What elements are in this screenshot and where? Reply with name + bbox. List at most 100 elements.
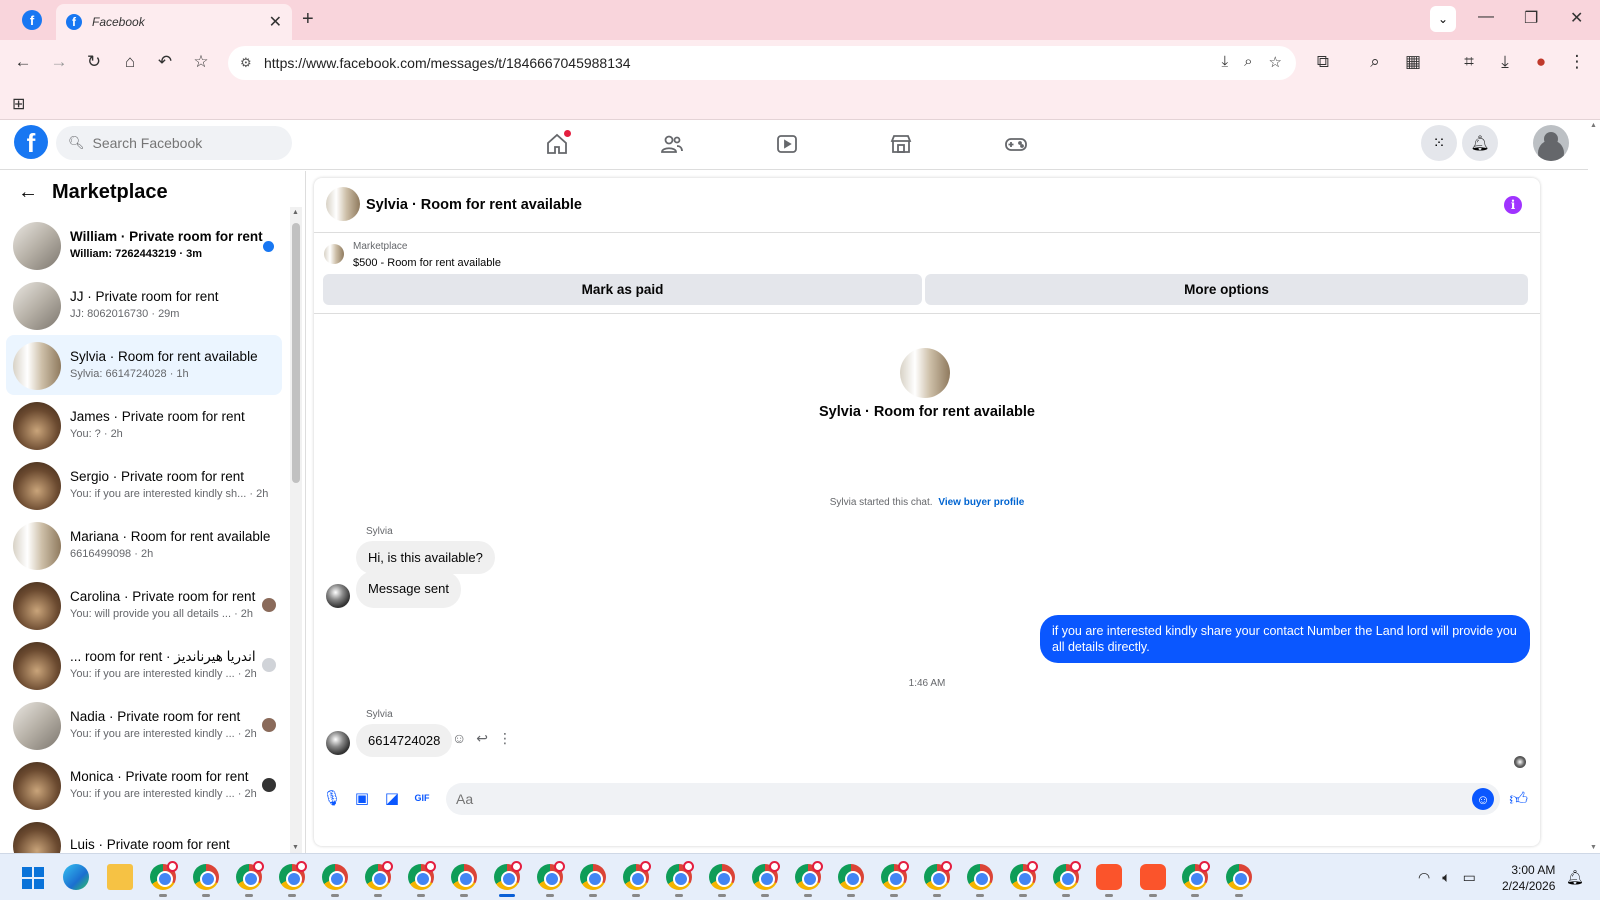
close-tab-icon[interactable]: ✕ [269,12,282,32]
conversation-item[interactable]: Sylvia · Room for rent available Sylvia: … [6,335,282,395]
page-scroll-up-icon[interactable]: ▲ [1590,122,1597,129]
conversation-item[interactable]: Nadia · Private room for rent You: if you… [6,695,282,755]
info-icon[interactable]: i [1504,196,1522,214]
forward-icon[interactable]: → [48,52,70,72]
chrome-profile-icon[interactable] [623,861,651,897]
conversation-item[interactable]: Mariana · Room for rent available 6616499… [6,515,282,575]
microphone-icon[interactable]: 🎙︎ [322,788,342,808]
extensions-icon[interactable]: ⧉ [1312,52,1334,72]
close-window-icon[interactable]: ✕ [1570,8,1583,28]
profile-icon[interactable]: ● [1530,52,1552,72]
download-icon[interactable]: ⤓ [1494,52,1516,72]
sender-avatar[interactable] [326,584,350,608]
back-icon[interactable]: ← [12,52,34,72]
nav-video-icon[interactable] [773,130,801,158]
composer-input-wrapper[interactable]: ☺ [446,783,1500,815]
site-info-icon[interactable]: ⚙ [240,55,252,71]
brave-browser-icon[interactable] [1096,864,1122,897]
incoming-message[interactable]: 6614724028 [356,724,453,757]
pinned-tab-facebook-icon[interactable]: f [22,10,42,30]
chrome-profile-icon[interactable] [838,864,864,897]
photo-icon[interactable]: ▣ [352,788,372,808]
chrome-profile-icon[interactable] [365,861,393,897]
message-input[interactable] [456,791,1436,807]
nav-home-icon[interactable] [543,130,571,158]
scroll-down-icon[interactable]: ▼ [292,844,299,851]
chrome-profile-icon[interactable] [795,861,823,897]
thumbs-up-icon[interactable]: 👍︎ [1509,788,1528,810]
intro-avatar[interactable] [900,348,950,398]
chrome-profile-icon[interactable] [924,861,952,897]
search-input[interactable] [92,135,273,151]
star-icon[interactable]: ☆ [1269,53,1282,71]
more-kebab-icon[interactable]: ⋮ [498,730,512,747]
install-app-icon[interactable]: ⤓ [1222,53,1229,71]
undo-icon[interactable]: ↶ [154,52,176,72]
file-explorer-icon[interactable] [107,864,133,890]
react-emoji-icon[interactable]: ☺ [452,730,466,747]
address-bar[interactable]: ⚙ https://www.facebook.com/messages/t/18… [228,46,1296,80]
sender-avatar[interactable] [326,731,350,755]
new-tab-button[interactable]: + [302,8,314,31]
brave-browser-icon[interactable] [1140,864,1166,897]
facebook-search[interactable]: 🔍︎ [56,126,292,160]
facebook-logo-icon[interactable]: f [14,125,48,159]
chrome-profile-icon[interactable] [1226,864,1252,897]
sticker-icon[interactable]: ◪ [382,788,402,808]
conversation-item[interactable]: Carolina · Private room for rent You: wil… [6,575,282,635]
sidebar-scrollbar[interactable]: ▲ ▼ [290,207,302,853]
chrome-profile-icon[interactable] [494,861,522,897]
chrome-profile-icon[interactable] [193,864,219,897]
nav-gaming-icon[interactable] [1002,130,1030,158]
clock[interactable]: 3:00 AM 2/24/2026 [1502,862,1555,894]
volume-icon[interactable]: 🔈︎ [1442,869,1450,886]
view-buyer-profile-link[interactable]: View buyer profile [938,497,1024,508]
reload-icon[interactable]: ↻ [83,52,105,72]
nav-friends-icon[interactable] [658,130,686,158]
gif-icon[interactable]: GIF [412,788,432,808]
page-scroll-down-icon[interactable]: ▼ [1590,844,1597,851]
listing-price-title[interactable]: $500 - Room for rent available [353,257,501,269]
chrome-profile-icon[interactable] [537,861,565,897]
wifi-icon[interactable]: ◠ [1418,869,1430,886]
conversation-item[interactable]: Luis · Private room for rent [6,815,282,853]
restore-icon[interactable]: ❐ [1524,8,1538,28]
edge-icon[interactable] [63,864,89,890]
chrome-profile-icon[interactable] [322,864,348,897]
reply-icon[interactable]: ↩ [476,730,488,747]
chrome-profile-icon[interactable] [236,861,264,897]
page-scrollbar[interactable]: ▲ ▼ [1588,120,1600,853]
nav-marketplace-icon[interactable] [887,130,915,158]
start-windows-icon[interactable] [22,867,44,889]
chrome-profile-icon[interactable] [666,861,694,897]
conversation-item[interactable]: William · Private room for rent William: … [6,215,282,275]
chrome-profile-icon[interactable] [1182,861,1210,897]
crop-icon[interactable]: ⌗ [1458,52,1480,72]
conversation-item[interactable]: James · Private room for rent You: ? · 2h [6,395,282,455]
tab-search-icon[interactable]: ⌄ [1430,6,1456,32]
apps-grid-icon[interactable]: ⊞ [12,94,25,114]
incoming-message[interactable]: Hi, is this available? [356,541,495,574]
incoming-message[interactable]: Message sent [356,571,461,608]
menu-kebab-icon[interactable]: ⋮ [1566,52,1588,72]
chrome-profile-icon[interactable] [408,861,436,897]
chrome-profile-icon[interactable] [752,861,780,897]
notifications-bell-icon[interactable]: 🔔︎ [1462,125,1498,161]
qr-icon[interactable]: ▦ [1402,52,1424,72]
back-arrow-icon[interactable]: ← [18,181,38,204]
chrome-profile-icon[interactable] [881,861,909,897]
chrome-profile-icon[interactable] [279,861,307,897]
search-lens-icon[interactable]: ⌕ [1364,52,1386,72]
battery-icon[interactable]: ▭ [1463,869,1476,886]
zoom-icon[interactable]: ⌕ [1244,53,1252,71]
account-avatar[interactable] [1533,125,1569,161]
conversation-item[interactable]: Sergio · Private room for rent You: if yo… [6,455,282,515]
emoji-icon[interactable]: ☺ [1472,788,1494,810]
more-options-button[interactable]: More options [925,274,1528,305]
minimize-icon[interactable]: — [1478,8,1494,26]
chrome-profile-icon[interactable] [709,864,735,897]
chrome-profile-icon[interactable] [967,864,993,897]
chrome-profile-icon[interactable] [150,861,178,897]
scroll-up-icon[interactable]: ▲ [292,209,299,216]
notification-center-icon[interactable]: 🔔︎ [1566,869,1584,886]
